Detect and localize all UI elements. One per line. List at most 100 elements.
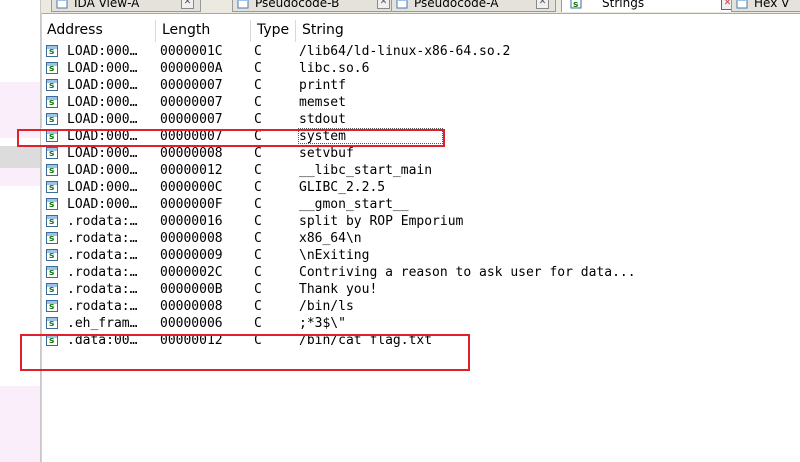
cell-length: 0000001C bbox=[160, 44, 223, 59]
cell-string: /bin/ls bbox=[299, 299, 354, 314]
cell-string: ;*3$\" bbox=[299, 316, 346, 331]
tab-label: Hex V bbox=[754, 0, 790, 10]
highlight-box-system bbox=[17, 129, 445, 147]
column-type[interactable]: Type bbox=[251, 18, 296, 42]
highlight-box-flag bbox=[20, 334, 470, 371]
pseudocode-icon bbox=[237, 0, 249, 9]
string-item-icon: s bbox=[46, 249, 58, 261]
cell-string: Thank you! bbox=[299, 282, 378, 297]
cell-address: LOAD:000… bbox=[67, 163, 138, 178]
cell-type: C bbox=[254, 163, 262, 178]
table-row[interactable]: s .eh_fram… 00000006 C ;*3$\" bbox=[41, 315, 800, 332]
table-row[interactable]: s LOAD:000… 0000000F C __gmon_start__ bbox=[41, 196, 800, 213]
table-row[interactable]: s .rodata:… 00000008 C/bin/ls bbox=[41, 298, 800, 315]
strings-icon: s bbox=[570, 0, 582, 10]
table-row[interactable]: s LOAD:000… 00000007 Cstdout bbox=[41, 111, 800, 128]
cell-address: .eh_fram… bbox=[67, 316, 138, 331]
column-header: Address Length Type String bbox=[41, 18, 800, 42]
column-string[interactable]: String bbox=[296, 18, 800, 42]
cell-address: .rodata:… bbox=[67, 214, 138, 229]
table-row[interactable]: s LOAD:000… 0000000C C GLIBC_2.2.5 bbox=[41, 179, 800, 196]
column-address[interactable]: Address bbox=[41, 18, 156, 42]
cell-length: 00000007 bbox=[160, 112, 223, 127]
cell-string: __libc_start_main bbox=[299, 163, 433, 178]
cell-address: .rodata:… bbox=[67, 282, 138, 297]
cell-string: \nExiting bbox=[299, 248, 370, 263]
pseudocode-icon bbox=[396, 0, 408, 9]
cell-length: 00000008 bbox=[160, 146, 223, 161]
cell-string: printf bbox=[299, 78, 346, 93]
table-row[interactable]: s LOAD:000… 00000008 Csetvbuf bbox=[41, 145, 800, 162]
string-item-icon: s bbox=[46, 45, 58, 57]
string-item-icon: s bbox=[46, 283, 58, 295]
close-icon[interactable]: ✕ bbox=[377, 0, 390, 9]
close-icon[interactable]: ✕ bbox=[181, 0, 194, 9]
table-row[interactable]: s .rodata:… 0000002C C Contriving a reason t… bbox=[41, 264, 800, 281]
table-row[interactable]: s LOAD:000… 0000001C C/lib64/ld-linux-x86-6… bbox=[41, 43, 800, 60]
cell-string: setvbuf bbox=[299, 146, 354, 161]
cell-address: .rodata:… bbox=[67, 231, 138, 246]
string-item-icon: s bbox=[46, 198, 58, 210]
cell-address: LOAD:000… bbox=[67, 180, 138, 195]
cell-length: 00000006 bbox=[160, 316, 223, 331]
cell-length: 00000008 bbox=[160, 299, 223, 314]
cell-type: C bbox=[254, 95, 262, 110]
cell-string: stdout bbox=[299, 112, 346, 127]
cell-type: C bbox=[254, 78, 262, 93]
cell-type: C bbox=[254, 282, 262, 297]
cell-type: C bbox=[254, 265, 262, 280]
cell-length: 00000008 bbox=[160, 231, 223, 246]
svg-text:s: s bbox=[573, 0, 578, 9]
string-item-icon: s bbox=[46, 232, 58, 244]
left-pane-edge bbox=[0, 0, 41, 462]
cell-length: 00000007 bbox=[160, 95, 223, 110]
cell-address: .rodata:… bbox=[67, 248, 138, 263]
cell-length: 0000002C bbox=[160, 265, 223, 280]
left-pane-highlight bbox=[0, 168, 40, 186]
cell-string: x86_64\n bbox=[299, 231, 362, 246]
table-row[interactable]: s .rodata:… 00000008 Cx86_64\n bbox=[41, 230, 800, 247]
cell-address: .rodata:… bbox=[67, 265, 138, 280]
cell-type: C bbox=[254, 44, 262, 59]
string-item-icon: s bbox=[46, 62, 58, 74]
cell-length: 00000009 bbox=[160, 248, 223, 263]
cell-string: memset bbox=[299, 95, 346, 110]
table-row[interactable]: s LOAD:000… 00000007 Cprintf bbox=[41, 77, 800, 94]
string-item-icon: s bbox=[46, 215, 58, 227]
tab-label: Strings bbox=[602, 0, 645, 10]
cell-type: C bbox=[254, 316, 262, 331]
tab-label: IDA View-A bbox=[74, 0, 140, 10]
table-row[interactable]: s LOAD:000… 00000007 Cmemset bbox=[41, 94, 800, 111]
cell-length: 00000016 bbox=[160, 214, 223, 229]
table-row[interactable]: s .rodata:… 0000000B C Thank you! bbox=[41, 281, 800, 298]
tab-pseudocode-b[interactable]: Pseudocode-B ✕ bbox=[232, 0, 397, 12]
cell-address: .rodata:… bbox=[67, 299, 138, 314]
tab-hex-view[interactable]: Hex V bbox=[731, 0, 800, 12]
cell-type: C bbox=[254, 197, 262, 212]
cell-string: GLIBC_2.2.5 bbox=[299, 180, 386, 195]
tab-strings[interactable]: s Strings ✕ bbox=[561, 0, 741, 12]
cell-address: LOAD:000… bbox=[67, 197, 138, 212]
table-row[interactable]: s .rodata:… 00000016 Csplit by ROP Emporium bbox=[41, 213, 800, 230]
tab-label: Pseudocode-A bbox=[414, 0, 499, 10]
tab-pseudocode-a[interactable]: Pseudocode-A ✕ bbox=[391, 0, 556, 12]
ida-view-icon bbox=[56, 0, 68, 9]
table-row[interactable]: s .rodata:… 00000009 C \nExiting bbox=[41, 247, 800, 264]
cell-type: C bbox=[254, 299, 262, 314]
cell-type: C bbox=[254, 248, 262, 263]
cell-type: C bbox=[254, 61, 262, 76]
tab-bar: IDA View-A ✕ Pseudocode-B ✕ Pseudocode-A… bbox=[41, 0, 800, 14]
cell-length: 0000000F bbox=[160, 197, 223, 212]
left-pane-highlight bbox=[0, 386, 40, 462]
cell-address: LOAD:000… bbox=[67, 112, 138, 127]
tab-ida-view[interactable]: IDA View-A ✕ bbox=[51, 0, 201, 12]
table-row[interactable]: s LOAD:000… 00000012 C __libc_start_main bbox=[41, 162, 800, 179]
cell-string: __gmon_start__ bbox=[299, 197, 409, 212]
cell-address: LOAD:000… bbox=[67, 78, 138, 93]
cell-length: 00000012 bbox=[160, 163, 223, 178]
cell-length: 0000000A bbox=[160, 61, 223, 76]
column-length[interactable]: Length bbox=[156, 18, 251, 42]
tab-label: Pseudocode-B bbox=[255, 0, 340, 10]
table-row[interactable]: s LOAD:000… 0000000A Clibc.so.6 bbox=[41, 60, 800, 77]
close-icon[interactable]: ✕ bbox=[536, 0, 549, 9]
